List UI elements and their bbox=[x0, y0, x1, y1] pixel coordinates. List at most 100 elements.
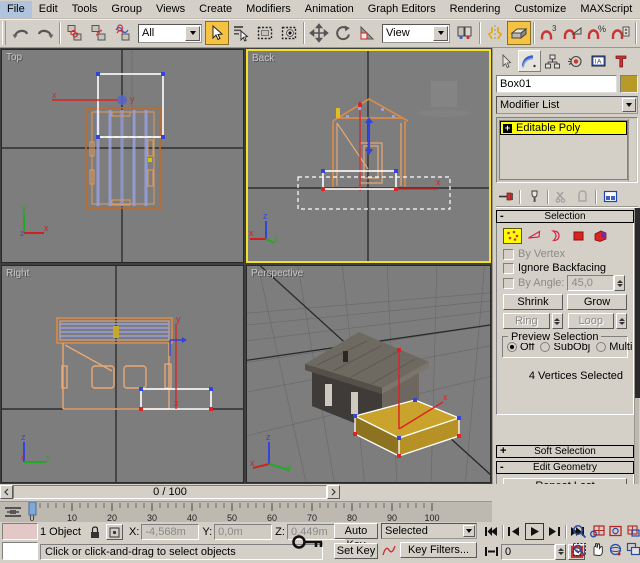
current-frame-display[interactable]: 0 / 100 bbox=[13, 485, 327, 499]
menu-maxscript[interactable]: MAXScript bbox=[573, 1, 639, 18]
by-vertex-checkbox[interactable] bbox=[503, 249, 514, 260]
menu-graph-editors[interactable]: Graph Editors bbox=[361, 1, 443, 18]
expand-plus-icon[interactable]: + bbox=[503, 124, 512, 133]
grow-button[interactable]: Grow bbox=[567, 294, 627, 310]
configure-modifier-sets-icon[interactable] bbox=[600, 188, 620, 206]
toolbar-grip[interactable] bbox=[2, 21, 6, 45]
ring-button[interactable]: Ring bbox=[503, 313, 550, 329]
go-to-start-icon[interactable] bbox=[482, 523, 501, 540]
tab-hierarchy[interactable] bbox=[541, 50, 564, 72]
key-filters-button[interactable]: Key Filters... bbox=[400, 542, 477, 558]
zoom-extents-all-icon[interactable] bbox=[624, 522, 640, 540]
redo-icon[interactable] bbox=[33, 21, 57, 45]
rectangular-selection-region-icon[interactable] bbox=[253, 21, 277, 45]
menu-create[interactable]: Create bbox=[192, 1, 239, 18]
viewport-right[interactable]: Right bbox=[1, 265, 244, 483]
key-mode-step-icon[interactable] bbox=[482, 543, 501, 560]
tab-motion[interactable] bbox=[564, 50, 587, 72]
subobject-border-button[interactable] bbox=[547, 228, 566, 244]
rollout-header-edit-geometry[interactable]: - Edit Geometry bbox=[496, 461, 634, 474]
next-frame-icon[interactable] bbox=[545, 523, 564, 540]
coord-y-value[interactable]: 0,0m bbox=[214, 524, 272, 540]
subobject-element-button[interactable] bbox=[591, 228, 610, 244]
make-unique-icon[interactable] bbox=[552, 188, 572, 206]
modifier-stack-list[interactable]: + Editable Poly bbox=[499, 120, 628, 180]
zoom-extents-icon[interactable] bbox=[606, 522, 624, 540]
select-and-move-icon[interactable] bbox=[307, 21, 331, 45]
window-crossing-toggle-icon[interactable] bbox=[277, 21, 301, 45]
object-color-swatch[interactable] bbox=[620, 75, 638, 93]
preview-multi-radio[interactable] bbox=[596, 342, 606, 352]
mirror-icon[interactable] bbox=[483, 21, 507, 45]
select-object-button[interactable] bbox=[205, 21, 229, 45]
viewport-top[interactable]: Top bbox=[1, 49, 244, 263]
previous-frame-icon[interactable] bbox=[505, 523, 524, 540]
selection-set-combo[interactable]: Selected bbox=[381, 523, 477, 539]
chevron-down-icon[interactable] bbox=[433, 26, 448, 41]
zoom-all-icon[interactable] bbox=[588, 522, 606, 540]
spinner-snap-toggle-icon[interactable] bbox=[609, 21, 633, 45]
selection-filter-combo[interactable]: All bbox=[138, 24, 202, 43]
rollout-toggle-icon[interactable]: - bbox=[500, 211, 504, 222]
snaps-toggle-icon[interactable]: 3 bbox=[537, 21, 561, 45]
key-mode-toggle-icon[interactable] bbox=[288, 526, 328, 558]
command-panel-scrollbar[interactable] bbox=[634, 208, 639, 518]
align-icon[interactable] bbox=[507, 21, 531, 45]
selection-lock-icon[interactable] bbox=[87, 526, 103, 539]
coord-x-value[interactable]: -4,568m bbox=[141, 524, 199, 540]
loop-spinner[interactable] bbox=[616, 313, 627, 329]
coord-y[interactable]: Y: 0,0m bbox=[202, 524, 272, 540]
rollout-header-soft-selection[interactable]: + Soft Selection bbox=[496, 445, 634, 458]
remove-modifier-icon[interactable] bbox=[572, 188, 592, 206]
preview-subobj-radio[interactable] bbox=[540, 342, 550, 352]
menu-customize[interactable]: Customize bbox=[507, 1, 573, 18]
maxscript-mini-listener[interactable] bbox=[2, 523, 38, 560]
viewport-perspective[interactable]: Perspective bbox=[246, 265, 491, 483]
modifier-list-dropdown[interactable]: Modifier List bbox=[496, 96, 638, 114]
modifier-stack[interactable]: + Editable Poly bbox=[496, 117, 638, 183]
auto-key-button[interactable]: Auto Key bbox=[334, 523, 378, 539]
subobject-edge-button[interactable] bbox=[525, 228, 544, 244]
undo-icon[interactable] bbox=[9, 21, 33, 45]
maximize-viewport-toggle-icon[interactable] bbox=[624, 540, 640, 558]
viewport-back[interactable]: Back bbox=[246, 49, 491, 263]
object-name-field[interactable]: Box01 bbox=[496, 75, 617, 93]
current-frame-spinner[interactable] bbox=[555, 544, 566, 560]
menu-rendering[interactable]: Rendering bbox=[443, 1, 508, 18]
reference-coordinate-system-combo[interactable]: View bbox=[382, 24, 450, 43]
menu-views[interactable]: Views bbox=[149, 1, 192, 18]
loop-button[interactable]: Loop bbox=[568, 313, 615, 329]
rollout-toggle-icon[interactable]: - bbox=[500, 462, 504, 473]
show-end-result-icon[interactable] bbox=[524, 188, 544, 206]
command-panel-scroll-thumb[interactable] bbox=[635, 208, 640, 398]
pin-stack-icon[interactable] bbox=[496, 188, 516, 206]
shrink-button[interactable]: Shrink bbox=[503, 294, 563, 310]
menu-group[interactable]: Group bbox=[104, 1, 149, 18]
menu-tools[interactable]: Tools bbox=[65, 1, 105, 18]
zoom-icon[interactable] bbox=[570, 522, 588, 540]
time-slider[interactable]: 01020 304050 607080 90100 bbox=[0, 501, 492, 522]
ignore-backfacing-row[interactable]: Ignore Backfacing bbox=[499, 261, 631, 275]
by-angle-row[interactable]: By Angle: 45,0 bbox=[499, 276, 631, 290]
by-angle-spinner[interactable] bbox=[614, 275, 625, 291]
menu-modifiers[interactable]: Modifiers bbox=[239, 1, 298, 18]
chevron-down-icon[interactable] bbox=[185, 26, 200, 41]
tab-modify[interactable] bbox=[518, 50, 541, 72]
arc-rotate-icon[interactable] bbox=[606, 540, 624, 558]
absolute-relative-transform-toggle-icon[interactable] bbox=[106, 524, 123, 540]
prev-frame-button[interactable] bbox=[0, 485, 13, 499]
select-by-name-icon[interactable] bbox=[229, 21, 253, 45]
by-angle-checkbox[interactable] bbox=[503, 278, 514, 289]
current-frame-input[interactable]: 0 bbox=[501, 544, 555, 560]
menu-file[interactable]: File bbox=[0, 1, 32, 18]
next-frame-button[interactable] bbox=[327, 485, 340, 499]
by-vertex-row[interactable]: By Vertex bbox=[499, 247, 631, 261]
open-mini-curve-editor-icon[interactable] bbox=[3, 505, 23, 519]
bind-to-space-warp-icon[interactable] bbox=[111, 21, 135, 45]
ignore-backfacing-checkbox[interactable] bbox=[503, 263, 514, 274]
rollout-toggle-icon[interactable]: + bbox=[500, 446, 506, 457]
percent-snap-toggle-icon[interactable]: % bbox=[585, 21, 609, 45]
select-and-rotate-icon[interactable] bbox=[331, 21, 355, 45]
menu-edit[interactable]: Edit bbox=[32, 1, 65, 18]
ring-spinner[interactable] bbox=[552, 313, 563, 329]
